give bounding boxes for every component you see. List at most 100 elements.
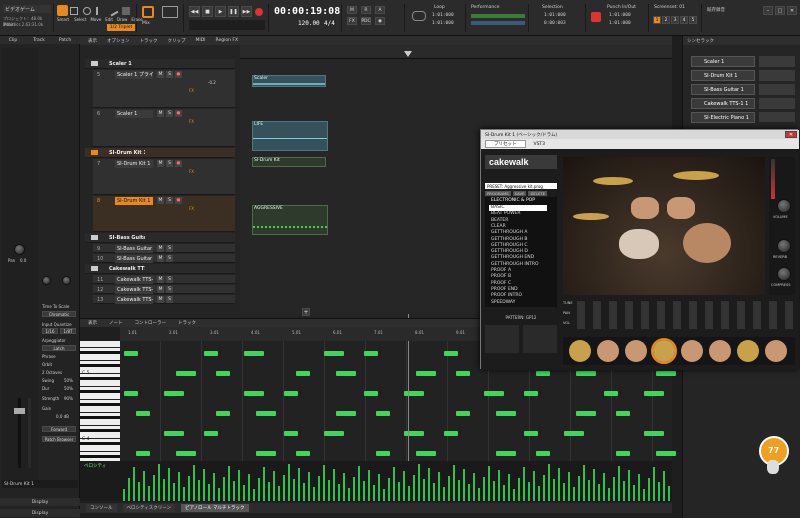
velocity-bar[interactable]: [533, 471, 535, 501]
fx-label[interactable]: FX: [189, 88, 194, 93]
midi-note[interactable]: [564, 431, 584, 436]
midi-note[interactable]: [136, 451, 150, 456]
velocity-bar[interactable]: [268, 482, 270, 501]
velocity-bar[interactable]: [143, 471, 145, 501]
midi-note[interactable]: [204, 351, 218, 356]
velocity-bar[interactable]: [498, 470, 500, 501]
velocity-bar[interactable]: [263, 467, 265, 501]
track-name[interactable]: Cakewalk TTS-1: [115, 276, 153, 284]
screenset-slot[interactable]: 4: [680, 16, 688, 24]
menu-view[interactable]: 表示: [88, 38, 97, 44]
close-icon[interactable]: ✕: [787, 6, 797, 15]
record-arm-button[interactable]: ●: [175, 160, 182, 167]
arp-row[interactable]: Orbit: [42, 362, 52, 367]
velocity-bar[interactable]: [633, 485, 635, 501]
preset-tab[interactable]: SAVE: [512, 190, 527, 196]
latch-button[interactable]: Latch: [42, 345, 76, 351]
punch-icon[interactable]: [591, 12, 601, 22]
preset-item[interactable]: PROOF C: [489, 281, 547, 287]
midi-note[interactable]: [284, 431, 298, 436]
velocity-bar[interactable]: [468, 484, 470, 501]
velocity-bar[interactable]: [188, 476, 190, 501]
preset-item[interactable]: PROOF B: [489, 274, 547, 280]
solo-button[interactable]: S: [166, 255, 173, 262]
midi-note[interactable]: [284, 391, 298, 396]
velocity-bar[interactable]: [438, 472, 440, 501]
menu-clip[interactable]: クリップ: [168, 38, 186, 44]
velocity-bar[interactable]: [383, 489, 385, 501]
velocity-bar[interactable]: [368, 470, 370, 501]
velocity-bar[interactable]: [303, 483, 305, 501]
velocity-bar[interactable]: [523, 467, 525, 501]
synth-item[interactable]: Cakewalk TTS-1 1: [691, 98, 755, 109]
clip[interactable]: SI-Drum Kit: [252, 157, 326, 167]
preset-item[interactable]: GETTHROUGH INTRO: [489, 262, 547, 268]
record-button[interactable]: [255, 8, 263, 16]
smart-tool-icon[interactable]: [57, 5, 68, 16]
screenset-slot[interactable]: 5: [689, 16, 697, 24]
track-row[interactable]: 11 Cakewalk TTS-1 M S: [93, 275, 235, 284]
tab-patch[interactable]: Patch: [52, 38, 78, 43]
midi-note[interactable]: [176, 451, 196, 456]
velocity-bar[interactable]: [428, 468, 430, 501]
drum-pad[interactable]: [681, 340, 703, 362]
solo-button[interactable]: S: [166, 160, 173, 167]
screenset-slot[interactable]: 1: [653, 16, 661, 24]
menu-options[interactable]: オプション: [107, 38, 130, 44]
time-knob[interactable]: [62, 276, 71, 285]
add-track-button[interactable]: +: [302, 308, 310, 316]
loop-start[interactable]: 1:01:000: [432, 13, 454, 18]
move-tool-icon[interactable]: [83, 7, 91, 15]
track-row-selected[interactable]: 8 SI-Drum Kit 1 M S ● FX: [93, 196, 235, 232]
midi-note[interactable]: [644, 431, 664, 436]
erase-tool-icon[interactable]: [122, 7, 130, 15]
velocity-bar[interactable]: [628, 470, 630, 501]
velocity-bar[interactable]: [243, 485, 245, 501]
midi-note[interactable]: [656, 451, 676, 456]
preset-dropdown[interactable]: プリセット: [485, 140, 526, 148]
tab-console[interactable]: コンソール: [86, 504, 117, 512]
track-name[interactable]: SI-Drum Kit 1: [115, 160, 153, 168]
velocity-bar[interactable]: [448, 476, 450, 501]
pdc-button[interactable]: PDC: [361, 17, 371, 25]
selection-start[interactable]: 1:01:000: [544, 13, 566, 18]
midi-note[interactable]: [656, 371, 676, 376]
midi-note[interactable]: [296, 371, 310, 376]
velocity-bar[interactable]: [388, 478, 390, 501]
velocity-bar[interactable]: [348, 488, 350, 501]
velocity-bar[interactable]: [193, 465, 195, 501]
current-preset[interactable]: PRESET: Aggressive kit.prog: [485, 183, 557, 189]
velocity-bar[interactable]: [228, 466, 230, 501]
midi-note[interactable]: [524, 431, 538, 436]
midi-note[interactable]: [324, 351, 344, 356]
velocity-bar[interactable]: [588, 480, 590, 501]
velocity-bar[interactable]: [163, 479, 165, 501]
velocity-bar[interactable]: [548, 464, 550, 501]
track-folder[interactable]: Scaler 1: [85, 59, 235, 69]
velocity-bar[interactable]: [538, 486, 540, 501]
velocity-bar[interactable]: [138, 482, 140, 501]
screenset-slot[interactable]: 3: [671, 16, 679, 24]
velocity-bar[interactable]: [233, 481, 235, 501]
synth-item[interactable]: SI-Drum Kit 1: [691, 70, 755, 81]
velocity-bar[interactable]: [173, 483, 175, 501]
velocity-bar[interactable]: [603, 473, 605, 501]
preset-category[interactable]: ELECTRONIC & POP: [489, 198, 547, 204]
midi-note[interactable]: [376, 451, 390, 456]
velocity-bar[interactable]: [663, 471, 665, 501]
velocity-bar[interactable]: [578, 476, 580, 501]
velocity-bar[interactable]: [213, 473, 215, 501]
midi-note[interactable]: [164, 391, 184, 396]
clip[interactable]: Scaler: [252, 75, 326, 87]
synth-item[interactable]: Scaler 1: [691, 56, 755, 67]
arp-row[interactable]: Phrase: [42, 354, 56, 359]
synth-item[interactable]: SI-Bass Guitar 1: [691, 84, 755, 95]
drum-pad[interactable]: [651, 338, 677, 364]
velocity-bar[interactable]: [313, 487, 315, 501]
velocity-bar[interactable]: [413, 475, 415, 501]
velocity-bar[interactable]: [178, 472, 180, 501]
quantize-select[interactable]: 1/16: [42, 328, 58, 334]
param-knobs[interactable]: [577, 301, 793, 329]
midi-note[interactable]: [176, 371, 196, 376]
preset-item[interactable]: CLEAR: [489, 224, 547, 230]
